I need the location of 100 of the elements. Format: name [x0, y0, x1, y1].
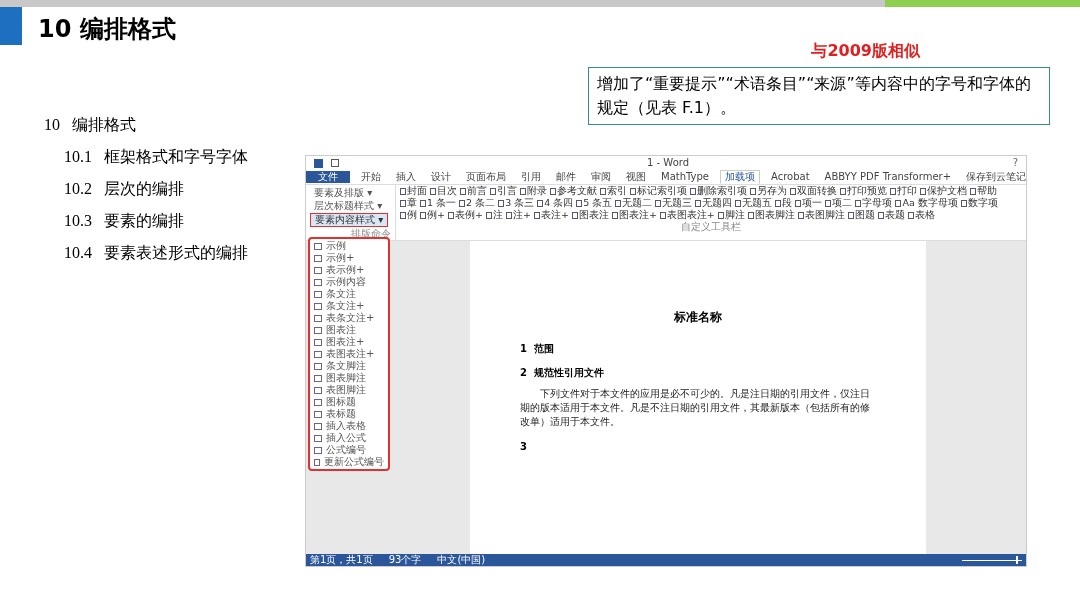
ribbon-button[interactable]: 表图表注+ — [659, 209, 715, 221]
ribbon-button[interactable]: 例+ — [420, 209, 445, 221]
ribbon-button[interactable]: 图题 — [847, 209, 875, 221]
menu-item[interactable]: 公式编号 — [310, 444, 388, 456]
style-dropdown[interactable]: 层次标题样式 ▾ — [310, 200, 387, 212]
body-paragraph: 下列文件对于本文件的应用是必不可少的。凡是注日期的引用文件，仅注日期的版本适用于本文件。凡是不注日期的引用文件，其最新版本（包括所有的修改单）适用于本文件。 — [520, 387, 871, 429]
ribbon-button[interactable]: 表例+ — [447, 209, 483, 221]
ribbon-button[interactable]: 参考文献 — [550, 185, 597, 197]
ribbon-tab[interactable]: 保存到云笔记 — [962, 171, 1031, 183]
menu-item[interactable]: 条文注+ — [310, 300, 388, 312]
note-text: 与2009版相似 — [811, 40, 920, 62]
ribbon-button[interactable]: 注 — [485, 209, 503, 221]
menu-item[interactable]: 图表脚注 — [310, 372, 388, 384]
ribbon-button[interactable]: 另存为 — [750, 185, 787, 197]
ribbon-button[interactable]: 表格 — [907, 209, 935, 221]
ribbon-button[interactable]: 帮助 — [970, 185, 997, 197]
callout-box: 增加了“重要提示”“术语条目”“来源”等内容中的字号和字体的规定（见表 F.1）。 — [588, 67, 1050, 125]
menu-item[interactable]: 示例 — [310, 240, 388, 252]
ribbon-button[interactable]: 项二 — [825, 197, 853, 209]
menu-item[interactable]: 图表注+ — [310, 336, 388, 348]
outline-item: 10.1 框架格式和字号字体 — [64, 147, 249, 167]
ribbon-button[interactable]: 无题五 — [735, 197, 773, 209]
document-title: 标准名称 — [673, 311, 723, 323]
ribbon-button[interactable]: 章 — [400, 197, 417, 209]
ribbon-button[interactable]: 段 — [775, 197, 793, 209]
menu-item[interactable]: 表标题 — [310, 408, 388, 420]
style-dropdown[interactable]: 要素及排版 ▾ — [310, 187, 377, 199]
section-heading: 3 — [520, 441, 528, 453]
ribbon-icon — [877, 211, 884, 219]
ribbon-tab[interactable]: 审阅 — [587, 171, 615, 183]
ribbon-tab[interactable]: ABBYY PDF Transformer+ — [820, 171, 956, 183]
ribbon-button[interactable]: 脚注 — [717, 209, 745, 221]
menu-item[interactable]: 示例内容 — [310, 276, 388, 288]
menu-item[interactable]: 示例+ — [310, 252, 388, 264]
help-button[interactable]: ? — [1012, 157, 1018, 169]
ribbon-tab[interactable]: 视图 — [622, 171, 650, 183]
ribbon-button[interactable]: 项一 — [795, 197, 823, 209]
menu-item[interactable]: 插入表格 — [310, 420, 388, 432]
outline-item: 10.2 层次的编排 — [64, 179, 185, 199]
save-icon[interactable] — [331, 159, 339, 167]
ribbon-button[interactable]: 删除索引项 — [690, 185, 747, 197]
ribbon-button[interactable]: 目次 — [430, 185, 457, 197]
ribbon-button[interactable]: 图表脚注 — [747, 209, 795, 221]
ribbon-button[interactable]: 3 条三 — [498, 197, 535, 209]
ribbon-button[interactable]: 保护文档 — [920, 185, 967, 197]
ribbon-button[interactable]: 1 条一 — [420, 197, 457, 209]
ribbon-tab[interactable]: 加载项 — [720, 170, 760, 184]
zoom-slider[interactable] — [962, 556, 1022, 564]
ribbon-button[interactable]: 表图脚注 — [797, 209, 845, 221]
ribbon-icon — [520, 187, 526, 195]
menu-item[interactable]: 条文脚注 — [310, 360, 388, 372]
ribbon-button[interactable]: 引言 — [490, 185, 517, 197]
ribbon-button[interactable]: 字母项 — [855, 197, 893, 209]
ribbon-icon — [600, 187, 606, 195]
menu-item[interactable]: 表图脚注 — [310, 384, 388, 396]
status-text: 第1页，共1页 — [310, 554, 373, 566]
ribbon-tab[interactable]: 邮件 — [552, 171, 580, 183]
ribbon-tab[interactable]: Acrobat — [767, 171, 814, 183]
ribbon-button[interactable]: 注+ — [505, 209, 531, 221]
ribbon-button[interactable]: 无题二 — [615, 197, 653, 209]
ribbon-tab[interactable]: 文件 — [306, 171, 350, 183]
ribbon-tab[interactable]: 引用 — [517, 171, 545, 183]
section-heading: 2 规范性引用文件 — [520, 367, 605, 379]
ribbon-button[interactable]: 附录 — [520, 185, 547, 197]
ribbon-button[interactable]: 数字项 — [960, 197, 998, 209]
ribbon-tab[interactable]: 设计 — [427, 171, 455, 183]
ribbon-button[interactable]: 表题 — [877, 209, 905, 221]
ribbon-button[interactable]: 索引 — [600, 185, 627, 197]
ribbon-tab[interactable]: 页面布局 — [462, 171, 510, 183]
ribbon-button[interactable]: 封面 — [400, 185, 427, 197]
ribbon-button[interactable]: 4 条四 — [537, 197, 574, 209]
ribbon-button[interactable]: 打印预览 — [840, 185, 887, 197]
ribbon-button[interactable]: 5 条五 — [576, 197, 613, 209]
ribbon-tab[interactable]: 开始 — [357, 171, 385, 183]
menu-item[interactable]: 更新公式编号 — [310, 456, 388, 468]
ribbon-button[interactable]: 无题四 — [695, 197, 733, 209]
ribbon-tab[interactable]: 插入 — [392, 171, 420, 183]
menu-item[interactable]: 图表注 — [310, 324, 388, 336]
ribbon-button[interactable]: 无题三 — [655, 197, 693, 209]
menu-item[interactable]: 插入公式 — [310, 432, 388, 444]
ribbon-button[interactable]: 2 条二 — [459, 197, 496, 209]
menu-item[interactable]: 图标题 — [310, 396, 388, 408]
ribbon-button[interactable]: 表注+ — [533, 209, 569, 221]
ribbon-button[interactable]: 前言 — [460, 185, 487, 197]
style-dropdown[interactable]: 要素内容样式 ▾ — [310, 213, 389, 227]
slide-title: 10 编排格式 — [38, 14, 176, 45]
ribbon-icon — [920, 187, 926, 195]
ribbon-button[interactable]: Aa 数字母项 — [895, 197, 958, 209]
ribbon-button[interactable]: 图表注 — [571, 209, 609, 221]
ribbon-button[interactable]: 图表注+ — [611, 209, 657, 221]
ribbon-button[interactable]: 打印 — [890, 185, 917, 197]
menu-item[interactable]: 表示例+ — [310, 264, 388, 276]
menu-item[interactable]: 条文注 — [310, 288, 388, 300]
ribbon-button[interactable]: 标记索引项 — [630, 185, 687, 197]
ribbon-button[interactable]: 双面转换 — [790, 185, 837, 197]
status-text: 中文(中国) — [437, 554, 486, 566]
ribbon-button[interactable]: 例 — [400, 209, 417, 221]
menu-item[interactable]: 表条文注+ — [310, 312, 388, 324]
ribbon-tab[interactable]: MathType — [657, 171, 713, 183]
menu-item[interactable]: 表图表注+ — [310, 348, 388, 360]
